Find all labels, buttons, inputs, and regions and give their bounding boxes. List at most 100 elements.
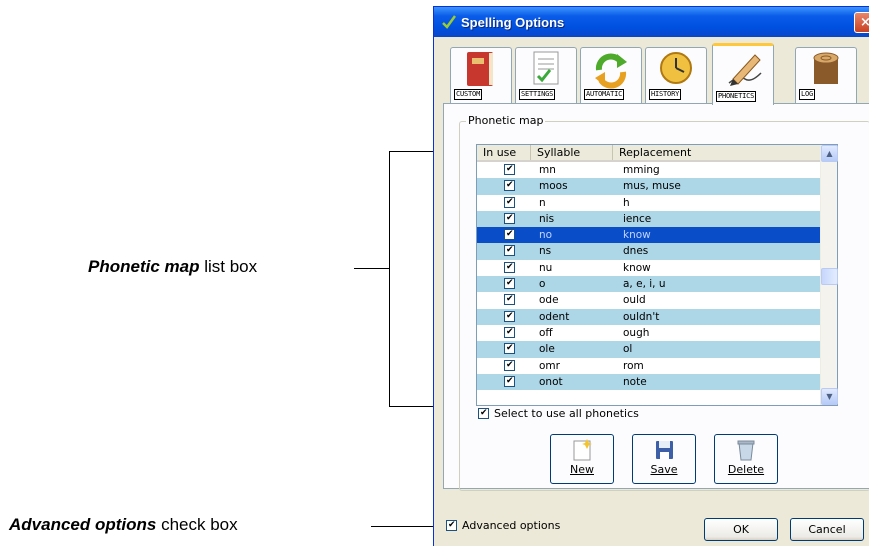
tab-label: SETTINGS [519, 89, 556, 100]
close-button[interactable]: × [854, 12, 869, 33]
annotation-line [354, 268, 390, 269]
list-row[interactable]: ole ol [477, 341, 821, 358]
list-row[interactable]: nis ience [477, 210, 821, 228]
syllable-cell: ode [539, 294, 559, 307]
phonetic-map-annotation: Phonetic map list box [88, 257, 258, 276]
tab-automatic[interactable]: AUTOMATIC [580, 47, 642, 103]
replacement-cell: mming [623, 164, 660, 176]
column-header-replacement[interactable]: Replacement [613, 145, 821, 160]
syllable-cell: nis [539, 212, 555, 225]
row-checkbox[interactable] [504, 359, 515, 371]
replacement-cell: note [623, 375, 647, 388]
delete-button-label: Delete [727, 463, 765, 476]
row-checkbox[interactable] [504, 326, 515, 338]
new-button-label: New [570, 463, 594, 476]
row-checkbox[interactable] [504, 294, 515, 306]
syllable-cell: nu [539, 261, 553, 274]
row-checkbox[interactable] [504, 164, 515, 175]
row-checkbox[interactable] [504, 212, 515, 224]
list-row[interactable]: o a, e, i, u [477, 276, 821, 293]
advanced-options-checkbox[interactable]: Advanced options [446, 519, 560, 532]
tab-label: AUTOMATIC [584, 89, 625, 100]
tab-custom[interactable]: CUSTOM [450, 47, 512, 103]
list-row[interactable]: onot note [477, 373, 821, 391]
checkbox-box[interactable] [446, 520, 457, 531]
save-button-label: Save [650, 463, 678, 476]
replacement-cell: ough [623, 326, 650, 339]
ok-button[interactable]: OK [704, 518, 778, 541]
tab-label: PHONETICS [716, 91, 757, 102]
row-checkbox[interactable] [504, 180, 515, 192]
syllable-cell: ole [539, 343, 555, 356]
row-checkbox[interactable] [504, 261, 515, 273]
tab-label: LOG [799, 89, 816, 100]
list-row[interactable]: ode ould [477, 292, 821, 308]
syllable-cell: n [539, 196, 546, 209]
list-row[interactable]: off ough [477, 325, 821, 341]
replacement-cell: rom [623, 359, 644, 372]
list-row[interactable]: mn mming [477, 162, 821, 178]
row-checkbox[interactable] [504, 310, 515, 322]
scroll-down-button[interactable]: ▼ [821, 388, 838, 405]
phonetic-map-listbox[interactable]: In use Syllable Replacement mn mming moos… [476, 144, 838, 406]
row-checkbox[interactable] [504, 245, 515, 257]
syllable-cell: ns [539, 245, 552, 258]
annotation-line-advanced [371, 526, 439, 527]
column-header-syllable[interactable]: Syllable [531, 145, 613, 160]
row-checkbox[interactable] [504, 196, 515, 208]
refresh-arrows-icon [595, 53, 627, 89]
syllable-cell: odent [539, 310, 570, 323]
tab-phonetics[interactable]: PHONETICS [712, 43, 774, 105]
document-check-icon [533, 51, 559, 85]
syllable-cell: mn [539, 164, 556, 176]
list-row[interactable]: moos mus, muse [477, 178, 821, 195]
syllable-cell: omr [539, 359, 560, 372]
delete-button[interactable]: Delete [714, 434, 778, 484]
scroll-thumb[interactable] [821, 268, 838, 285]
replacement-cell: ould [623, 294, 646, 307]
row-checkbox[interactable] [504, 343, 515, 355]
list-row[interactable]: nh [477, 195, 821, 211]
replacement-cell: ience [623, 212, 652, 225]
replacement-cell: know [623, 229, 651, 242]
list-row[interactable]: nu know [477, 260, 821, 276]
replacement-cell: mus, muse [623, 180, 681, 193]
list-row-selected[interactable]: no know [477, 227, 821, 244]
phonetic-map-label: Phonetic map [466, 114, 546, 127]
cancel-button[interactable]: Cancel [790, 518, 864, 541]
book-icon [467, 52, 493, 86]
list-header: In use Syllable Replacement [477, 145, 821, 162]
floppy-disk-icon [656, 441, 673, 459]
spelling-options-window: Spelling Options × CUSTOM SETTINGS AUTOM… [433, 6, 869, 546]
checkbox-box[interactable] [478, 408, 489, 419]
tab-log[interactable]: LOG [795, 47, 857, 103]
pen-icon [728, 54, 762, 86]
window-title: Spelling Options [461, 14, 565, 30]
tab-settings[interactable]: SETTINGS [515, 47, 577, 103]
row-checkbox[interactable] [504, 278, 515, 290]
replacement-cell: ol [623, 343, 633, 356]
select-all-phonetics-checkbox[interactable]: Select to use all phonetics [478, 407, 639, 420]
vertical-scrollbar[interactable]: ▲ ▼ [820, 145, 838, 405]
list-row[interactable]: omr rom [477, 358, 821, 374]
title-bar: Spelling Options × [434, 7, 869, 37]
spelling-check-icon [442, 15, 456, 29]
replacement-cell: ouldn't [623, 310, 660, 323]
select-all-label: Select to use all phonetics [494, 407, 639, 420]
list-row[interactable]: ns dnes [477, 243, 821, 260]
syllable-cell: o [539, 278, 546, 291]
log-icon [813, 52, 839, 84]
new-button[interactable]: New [550, 434, 614, 484]
list-row[interactable]: odent ouldn't [477, 308, 821, 325]
new-document-icon [573, 439, 592, 461]
row-checkbox[interactable] [504, 375, 515, 387]
annotation-bracket [389, 151, 390, 406]
row-checkbox[interactable] [504, 229, 515, 241]
syllable-cell: moos [539, 180, 568, 193]
tab-history[interactable]: HISTORY [645, 47, 707, 103]
replacement-cell: a, e, i, u [623, 278, 666, 291]
save-button[interactable]: Save [632, 434, 696, 484]
advanced-annotation: Advanced options check box [9, 515, 238, 534]
column-header-in-use[interactable]: In use [477, 145, 531, 160]
scroll-up-button[interactable]: ▲ [821, 145, 838, 162]
